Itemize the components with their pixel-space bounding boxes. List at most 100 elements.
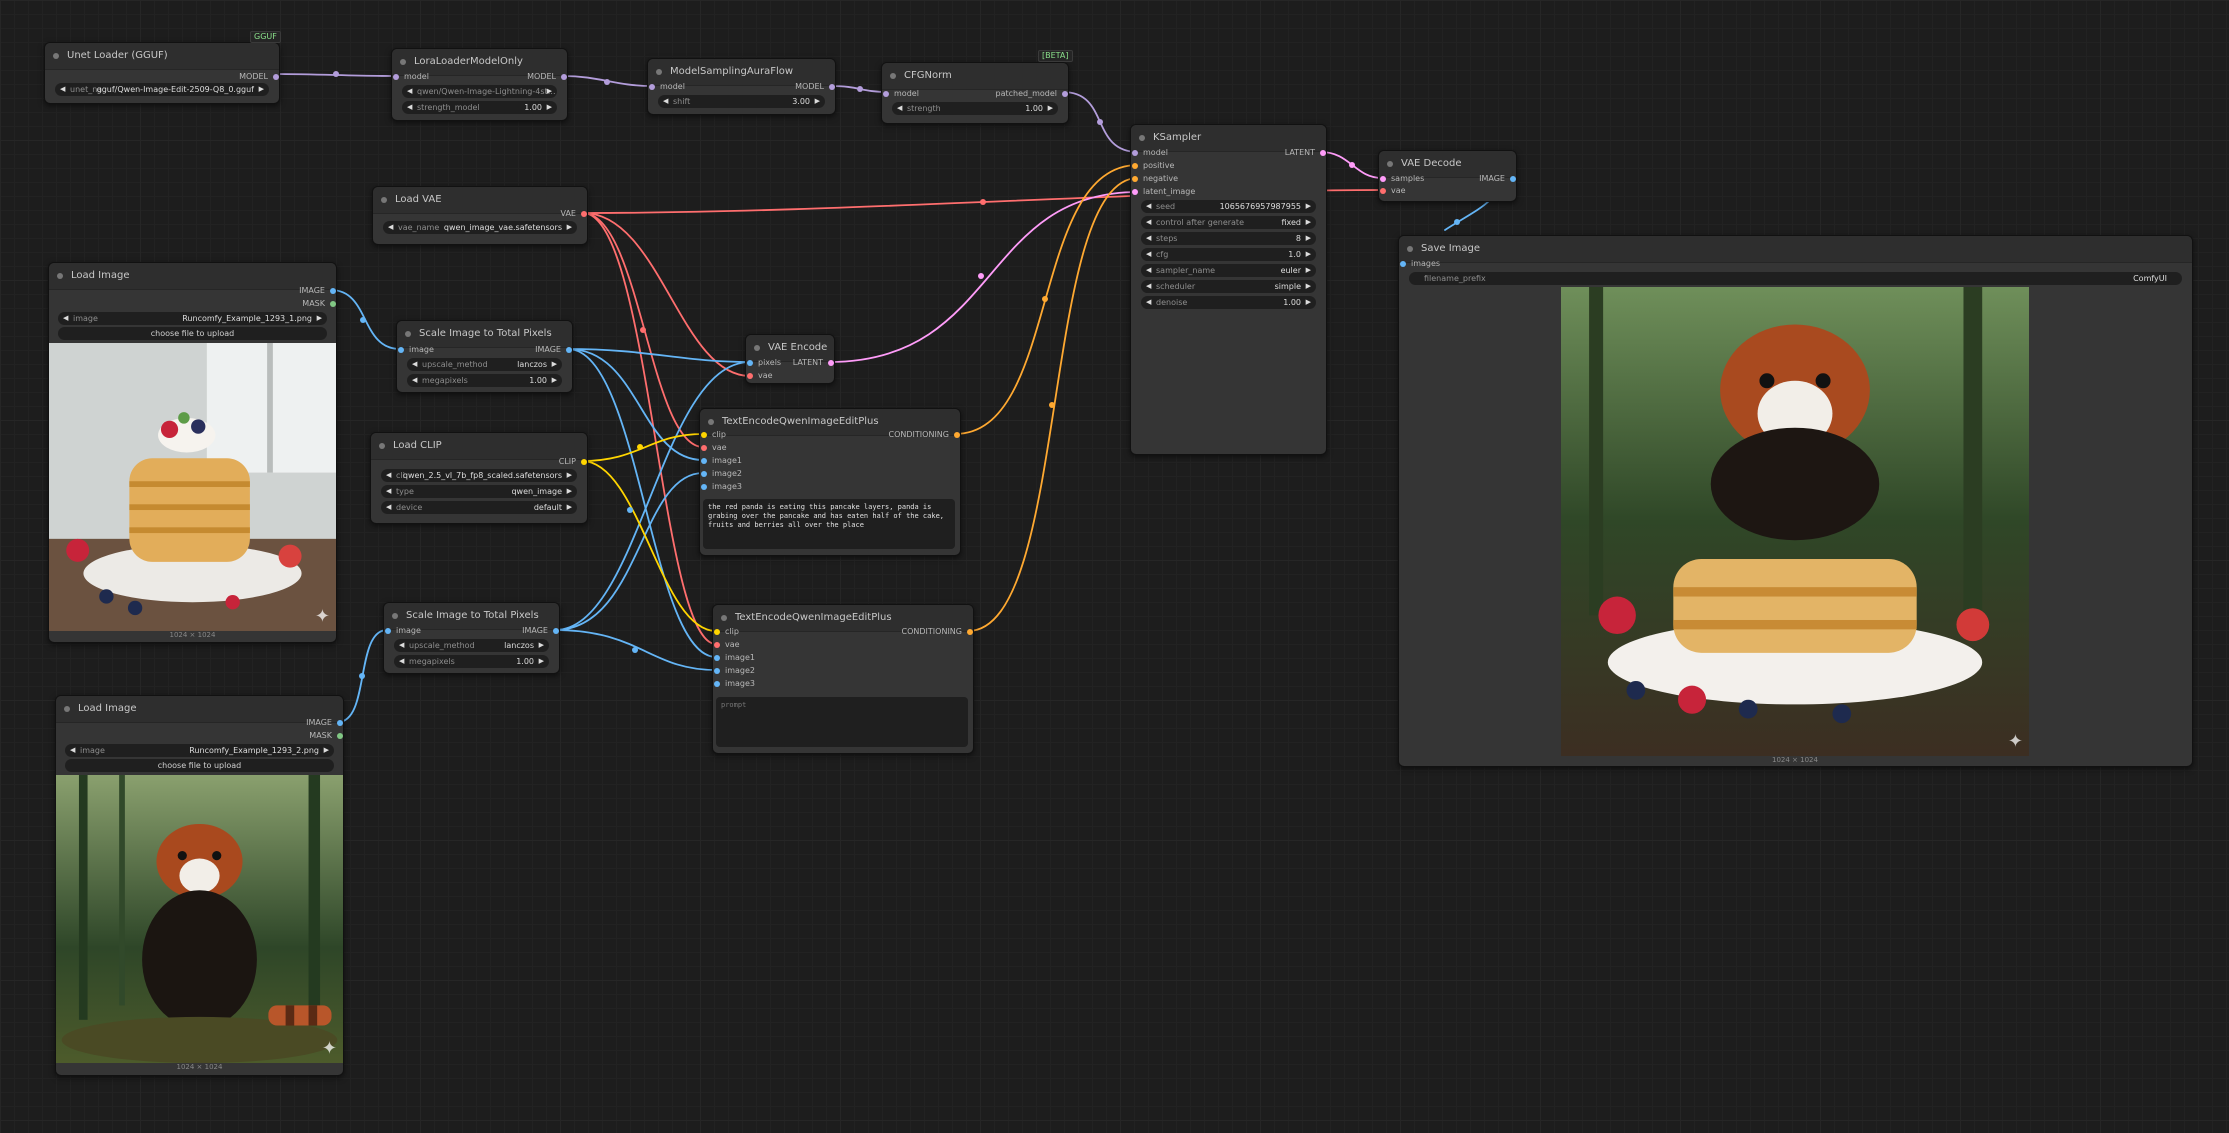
input-image2[interactable]: image2 [700, 468, 742, 480]
widget-megapixels[interactable]: ◀ megapixels 1.00 ▶ [407, 374, 562, 387]
slot-dot-icon[interactable] [337, 720, 343, 726]
widget-device[interactable]: ◀ device default ▶ [381, 501, 577, 514]
input-image1[interactable]: image1 [700, 455, 742, 467]
output-model[interactable]: MODEL [795, 81, 835, 93]
slot-dot-icon[interactable] [829, 84, 835, 90]
input-pixels[interactable]: pixels [746, 357, 781, 369]
input-negative[interactable]: negative [1131, 173, 1178, 185]
output-image[interactable]: IMAGE [299, 285, 336, 297]
output-image[interactable]: IMAGE [306, 717, 343, 729]
slot-dot-icon[interactable] [701, 432, 707, 438]
widget-steps[interactable]: ◀ steps 8 ▶ [1141, 232, 1316, 245]
arrow-left-icon[interactable]: ◀ [407, 101, 412, 114]
input-image3[interactable]: image3 [700, 481, 742, 493]
input-vae[interactable]: vae [713, 639, 740, 651]
output-patched-model[interactable]: patched_model [996, 88, 1068, 100]
output-latent[interactable]: LATENT [1285, 147, 1326, 159]
node-scale-image-1[interactable]: Scale Image to Total Pixels image IMAGE … [396, 320, 573, 393]
widget-strength[interactable]: ◀ strength 1.00 ▶ [892, 102, 1058, 115]
collapse-dot-icon[interactable] [708, 419, 714, 425]
upload-button[interactable]: choose file to upload [58, 327, 327, 340]
slot-dot-icon[interactable] [1320, 150, 1326, 156]
slot-dot-icon[interactable] [883, 91, 889, 97]
node-scale-image-2[interactable]: Scale Image to Total Pixels image IMAGE … [383, 602, 560, 674]
output-image[interactable]: IMAGE [1479, 173, 1516, 185]
node-load-image-2[interactable]: Load Image IMAGE MASK ◀ image Runcomfy_Exa… [55, 695, 344, 1076]
arrow-right-icon[interactable]: ▶ [259, 83, 264, 96]
widget-strength-model[interactable]: ◀ strength_model 1.00 ▶ [402, 101, 557, 114]
output-mask[interactable]: MASK [309, 730, 343, 742]
arrow-left-icon[interactable]: ◀ [663, 95, 668, 108]
arrow-right-icon[interactable]: ▶ [547, 101, 552, 114]
slot-dot-icon[interactable] [828, 360, 834, 366]
widget-type[interactable]: ◀ type qwen_image ▶ [381, 485, 577, 498]
arrow-right-icon[interactable]: ▶ [552, 374, 557, 387]
collapse-dot-icon[interactable] [754, 345, 760, 351]
collapse-dot-icon[interactable] [64, 706, 70, 712]
input-image1[interactable]: image1 [713, 652, 755, 664]
widget-vae-name[interactable]: ◀ vae_name qwen_image_vae.safetensors ▶ [383, 221, 577, 234]
node-title[interactable]: Unet Loader (GGUF) [45, 43, 279, 70]
slot-dot-icon[interactable] [1132, 189, 1138, 195]
slot-dot-icon[interactable] [553, 628, 559, 634]
collapse-dot-icon[interactable] [721, 615, 727, 621]
widget-sampler-name[interactable]: ◀ sampler_name euler ▶ [1141, 264, 1316, 277]
widget-denoise[interactable]: ◀ denoise 1.00 ▶ [1141, 296, 1316, 309]
arrow-left-icon[interactable]: ◀ [1146, 216, 1151, 229]
widget-upscale-method[interactable]: ◀ upscale_method lanczos ▶ [394, 639, 549, 652]
slot-dot-icon[interactable] [581, 459, 587, 465]
input-image[interactable]: image [397, 344, 434, 356]
slot-dot-icon[interactable] [1132, 150, 1138, 156]
slot-dot-icon[interactable] [1380, 188, 1386, 194]
widget-image-file[interactable]: ◀ image Runcomfy_Example_1293_1.png ▶ [58, 312, 327, 325]
arrow-left-icon[interactable]: ◀ [63, 312, 68, 325]
node-title[interactable]: Load Image [56, 696, 343, 723]
output-mask[interactable]: MASK [302, 298, 336, 310]
slot-dot-icon[interactable] [714, 681, 720, 687]
node-text-encode-2[interactable]: TextEncodeQwenImageEditPlus clip vae ima… [712, 604, 974, 754]
arrow-left-icon[interactable]: ◀ [1146, 280, 1151, 293]
input-clip[interactable]: clip [700, 429, 726, 441]
collapse-dot-icon[interactable] [656, 69, 662, 75]
collapse-dot-icon[interactable] [890, 73, 896, 79]
slot-dot-icon[interactable] [393, 74, 399, 80]
arrow-right-icon[interactable]: ▶ [1306, 248, 1311, 261]
slot-dot-icon[interactable] [330, 301, 336, 307]
input-images[interactable]: images [1399, 258, 1440, 270]
collapse-dot-icon[interactable] [405, 331, 411, 337]
node-lora-loader[interactable]: LoraLoaderModelOnly model MODEL ◀ qwen/Qw… [391, 48, 568, 121]
arrow-right-icon[interactable]: ▶ [547, 85, 552, 98]
slot-dot-icon[interactable] [747, 373, 753, 379]
widget-cfg[interactable]: ◀ cfg 1.0 ▶ [1141, 248, 1316, 261]
slot-dot-icon[interactable] [1132, 163, 1138, 169]
input-positive[interactable]: positive [1131, 160, 1174, 172]
node-title[interactable]: Load CLIP [371, 433, 587, 460]
arrow-left-icon[interactable]: ◀ [1146, 296, 1151, 309]
slot-dot-icon[interactable] [714, 668, 720, 674]
node-ksampler[interactable]: KSampler model positive negative latent_… [1130, 124, 1327, 455]
arrow-right-icon[interactable]: ▶ [567, 501, 572, 514]
arrow-left-icon[interactable]: ◀ [407, 85, 412, 98]
arrow-left-icon[interactable]: ◀ [399, 655, 404, 668]
arrow-right-icon[interactable]: ▶ [552, 358, 557, 371]
node-vae-decode[interactable]: VAE Decode samples vae IMAGE [1378, 150, 1517, 202]
input-vae[interactable]: vae [700, 442, 727, 454]
node-title[interactable]: Save Image [1399, 236, 2192, 263]
slot-dot-icon[interactable] [701, 445, 707, 451]
arrow-right-icon[interactable]: ▶ [815, 95, 820, 108]
arrow-left-icon[interactable]: ◀ [412, 358, 417, 371]
input-vae[interactable]: vae [1379, 185, 1406, 197]
arrow-left-icon[interactable]: ◀ [388, 221, 393, 234]
slot-dot-icon[interactable] [747, 360, 753, 366]
arrow-left-icon[interactable]: ◀ [1146, 232, 1151, 245]
arrow-left-icon[interactable]: ◀ [1146, 248, 1151, 261]
widget-unet-name[interactable]: ◀ unet_na gguf/Qwen-Image-Edit-2509-Q8_0.g… [55, 83, 269, 96]
widget-megapixels[interactable]: ◀ megapixels 1.00 ▶ [394, 655, 549, 668]
arrow-right-icon[interactable]: ▶ [539, 639, 544, 652]
slot-dot-icon[interactable] [714, 642, 720, 648]
input-model[interactable]: model [392, 71, 429, 83]
slot-dot-icon[interactable] [330, 288, 336, 294]
slot-dot-icon[interactable] [649, 84, 655, 90]
node-vae-encode[interactable]: VAE Encode pixels vae LATENT [745, 334, 835, 384]
slot-dot-icon[interactable] [701, 471, 707, 477]
